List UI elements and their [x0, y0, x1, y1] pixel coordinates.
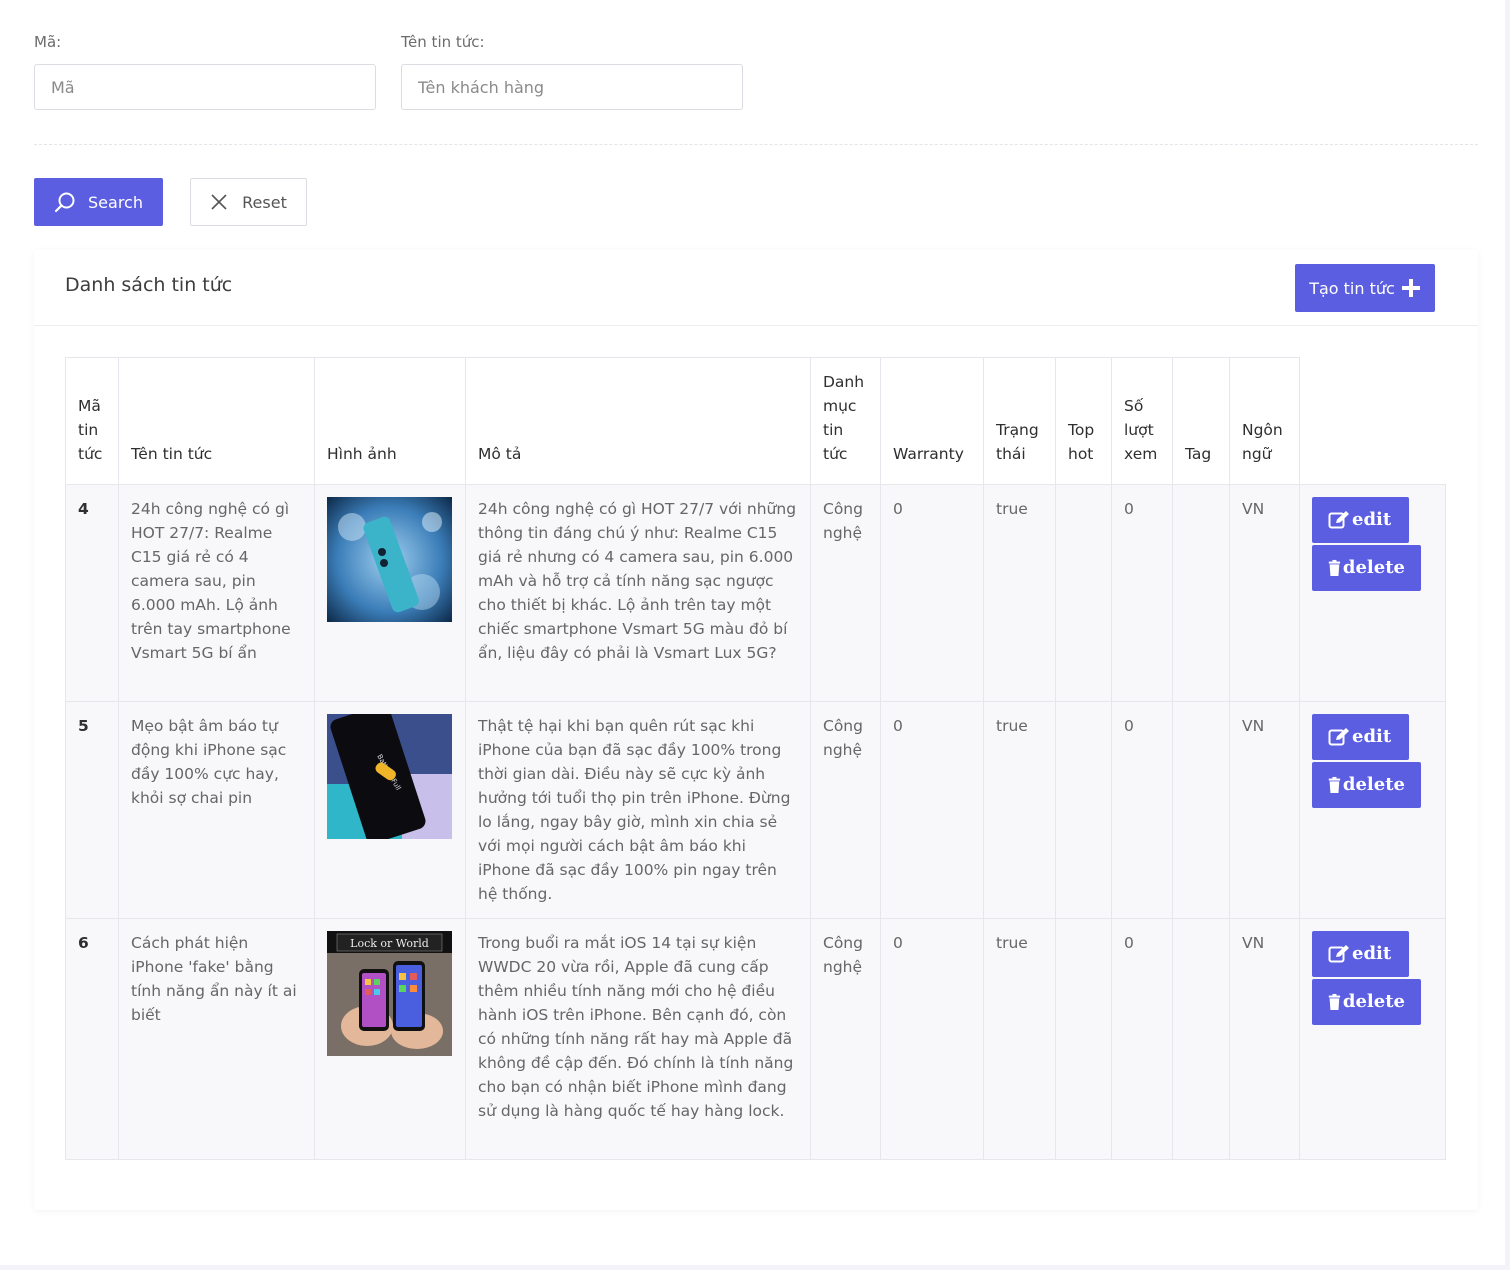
news-category: Công nghệ	[810, 484, 881, 702]
news-tag	[1172, 918, 1230, 1160]
news-list-card: Danh sách tin tức Tạo tin tức Mã tin tức…	[34, 250, 1478, 1210]
name-label: Tên tin tức:	[401, 33, 485, 51]
news-views: 0	[1111, 701, 1173, 919]
news-thumbnail: Battery Full	[327, 714, 452, 839]
lock-or-world-text: Lock or World	[350, 937, 429, 950]
news-thumbnail	[327, 497, 452, 622]
trash-icon	[1328, 559, 1341, 577]
create-news-button[interactable]: Tạo tin tức	[1295, 264, 1435, 312]
delete-label: delete	[1342, 991, 1405, 1012]
column-header-actions	[1299, 357, 1446, 485]
news-description: 24h công nghệ có gì HOT 27/7 với những t…	[465, 484, 811, 702]
close-icon	[211, 194, 227, 210]
edit-button[interactable]: edit	[1312, 714, 1409, 760]
page: Mã: Tên tin tức: Search Reset Danh sách …	[0, 0, 1505, 1265]
news-views: 0	[1111, 918, 1173, 1160]
news-top-hot	[1055, 918, 1112, 1160]
news-category: Công nghệ	[810, 701, 881, 919]
news-image-cell: Lock or World	[314, 918, 466, 1160]
news-title: 24h công nghệ có gì HOT 27/7: Realme C15…	[118, 484, 315, 702]
table-row: 5 Mẹo bật âm báo tự động khi iPhone sạc …	[65, 701, 1446, 919]
news-actions: edit delete	[1299, 701, 1446, 919]
card-title: Danh sách tin tức	[65, 274, 233, 296]
news-image-cell: Battery Full	[314, 701, 466, 919]
column-header-id: Mã tin tức	[65, 357, 119, 485]
news-views: 0	[1111, 484, 1173, 702]
news-language: VN	[1229, 484, 1300, 702]
news-description: Thật tệ hại khi bạn quên rút sạc khi iPh…	[465, 701, 811, 919]
news-actions: edit delete	[1299, 484, 1446, 702]
reset-button[interactable]: Reset	[190, 178, 307, 226]
column-header-title: Tên tin tức	[118, 357, 315, 485]
news-top-hot	[1055, 484, 1112, 702]
delete-label: delete	[1342, 774, 1405, 795]
news-warranty: 0	[880, 484, 984, 702]
filter-divider	[34, 144, 1478, 145]
edit-label: edit	[1352, 726, 1392, 747]
search-label: Search	[88, 192, 143, 212]
news-id: 4	[65, 484, 119, 702]
news-image-cell	[314, 484, 466, 702]
edit-label: edit	[1352, 509, 1392, 530]
column-header-language: Ngôn ngữ	[1229, 357, 1300, 485]
trash-icon	[1328, 776, 1341, 794]
name-input[interactable]	[401, 64, 743, 110]
news-warranty: 0	[880, 701, 984, 919]
news-id: 6	[65, 918, 119, 1160]
code-label: Mã:	[34, 33, 62, 51]
delete-label: delete	[1342, 557, 1405, 578]
create-news-label: Tạo tin tức	[1309, 278, 1395, 298]
column-header-status: Trạng thái	[983, 357, 1056, 485]
search-button[interactable]: Search	[34, 178, 163, 226]
column-header-description: Mô tả	[465, 357, 811, 485]
news-id: 5	[65, 701, 119, 919]
column-header-category: Danh mục tin tức	[810, 357, 881, 485]
edit-icon	[1328, 728, 1349, 746]
delete-button[interactable]: delete	[1312, 762, 1421, 808]
plus-icon	[1401, 279, 1420, 297]
news-table: Mã tin tức Tên tin tức Hình ảnh Mô tả Da…	[65, 357, 1446, 1160]
news-top-hot	[1055, 701, 1112, 919]
card-header: Danh sách tin tức Tạo tin tức	[34, 250, 1478, 326]
table-row: 4 24h công nghệ có gì HOT 27/7: Realme C…	[65, 484, 1446, 702]
column-header-tag: Tag	[1172, 357, 1230, 485]
edit-icon	[1328, 945, 1349, 963]
code-input[interactable]	[34, 64, 376, 110]
table-row: 6 Cách phát hiện iPhone 'fake' bằng tính…	[65, 918, 1446, 1160]
column-header-warranty: Warranty	[880, 357, 984, 485]
delete-button[interactable]: delete	[1312, 545, 1421, 591]
column-header-image: Hình ảnh	[314, 357, 466, 485]
news-actions: edit delete	[1299, 918, 1446, 1160]
news-category: Công nghệ	[810, 918, 881, 1160]
news-thumbnail: Lock or World	[327, 931, 452, 1056]
edit-icon	[1328, 511, 1349, 529]
edit-label: edit	[1352, 943, 1392, 964]
column-header-top-hot: Top hot	[1055, 357, 1112, 485]
news-status: true	[983, 701, 1056, 919]
news-title: Mẹo bật âm báo tự động khi iPhone sạc đầ…	[118, 701, 315, 919]
news-description: Trong buổi ra mắt iOS 14 tại sự kiện WWD…	[465, 918, 811, 1160]
delete-button[interactable]: delete	[1312, 979, 1421, 1025]
news-status: true	[983, 918, 1056, 1160]
news-language: VN	[1229, 918, 1300, 1160]
column-header-views: Số lượt xem	[1111, 357, 1173, 485]
news-warranty: 0	[880, 918, 984, 1160]
edit-button[interactable]: edit	[1312, 497, 1409, 543]
trash-icon	[1328, 993, 1341, 1011]
news-language: VN	[1229, 701, 1300, 919]
news-tag	[1172, 484, 1230, 702]
search-icon	[54, 192, 75, 213]
news-tag	[1172, 701, 1230, 919]
edit-button[interactable]: edit	[1312, 931, 1409, 977]
table-header-row: Mã tin tức Tên tin tức Hình ảnh Mô tả Da…	[65, 357, 1446, 485]
news-title: Cách phát hiện iPhone 'fake' bằng tính n…	[118, 918, 315, 1160]
reset-label: Reset	[242, 192, 287, 212]
news-status: true	[983, 484, 1056, 702]
